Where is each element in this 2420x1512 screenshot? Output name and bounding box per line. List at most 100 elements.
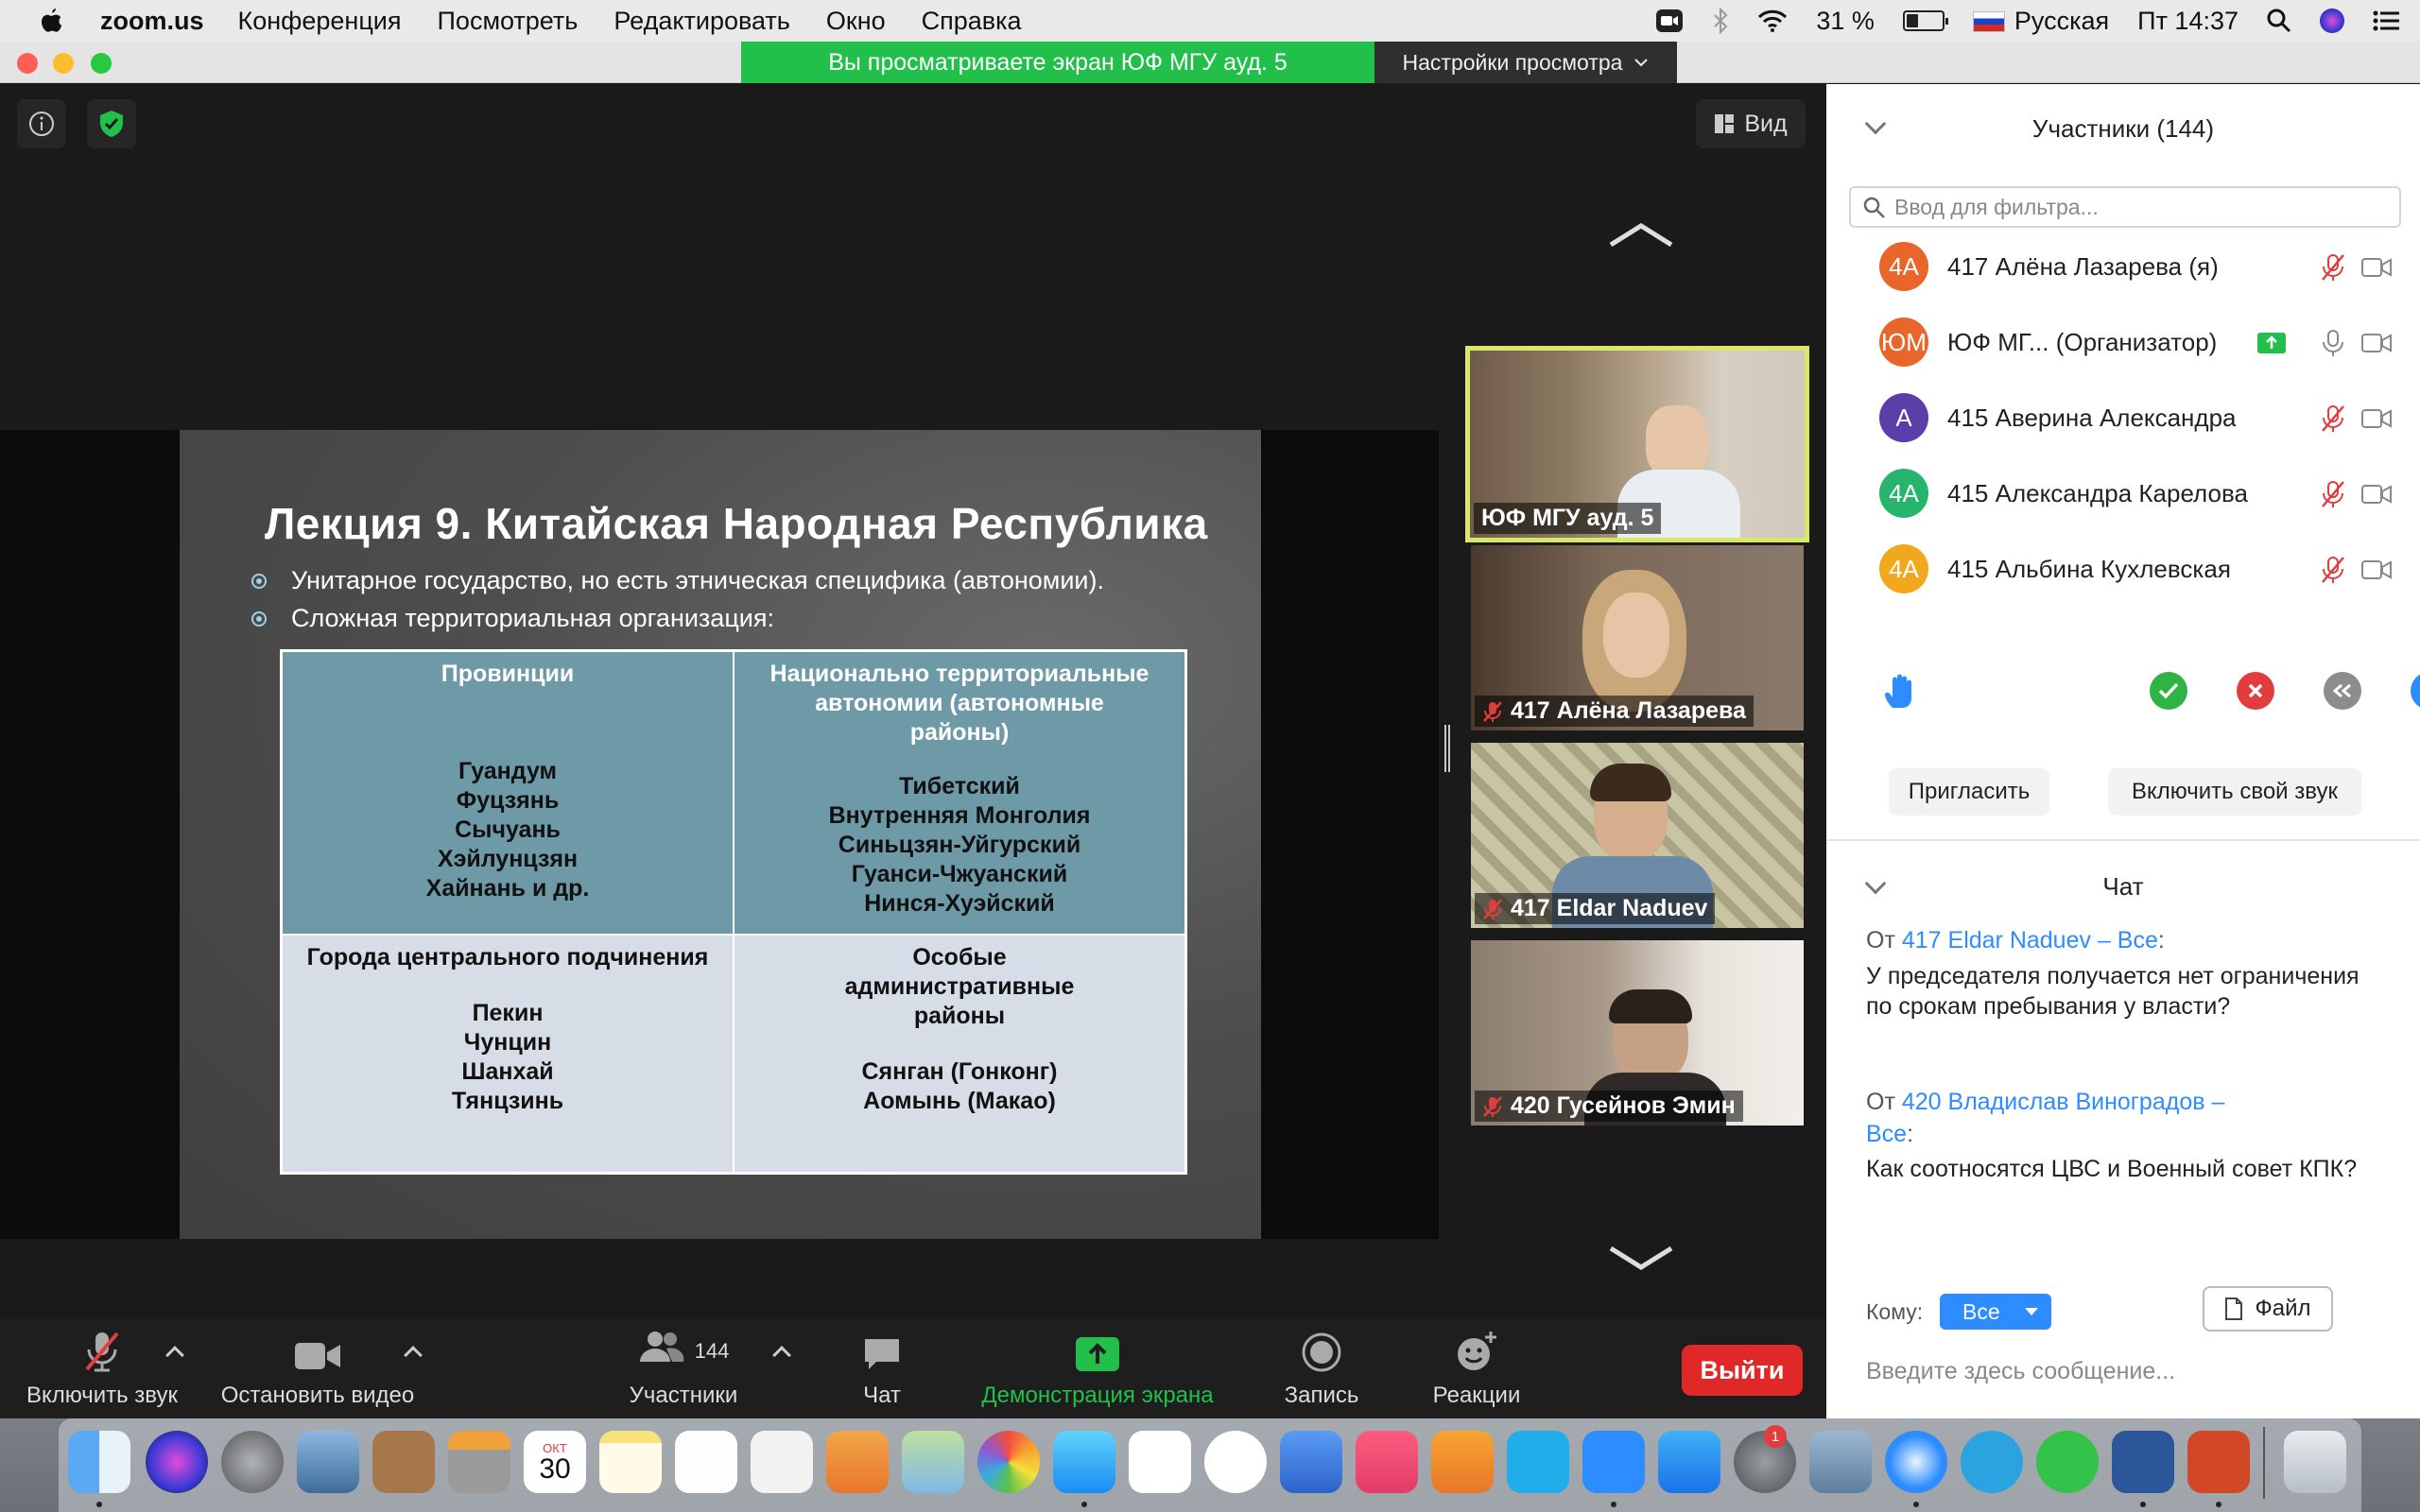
video-camera-icon[interactable]	[2361, 257, 2392, 278]
mic-icon[interactable]	[2320, 329, 2346, 357]
launchpad-icon[interactable]	[221, 1431, 284, 1493]
trash-icon[interactable]	[2284, 1431, 2346, 1493]
apple-icon[interactable]	[42, 9, 62, 33]
encryption-button[interactable]	[87, 99, 136, 148]
invite-button[interactable]: Пригласить	[1889, 768, 2049, 816]
calculator-icon[interactable]	[448, 1431, 510, 1493]
reactions-button[interactable]: Реакции	[1418, 1318, 1535, 1418]
share-screen-button[interactable]: Демонстрация экрана	[960, 1318, 1235, 1418]
maps-icon[interactable]	[902, 1431, 964, 1493]
telegram-icon[interactable]	[1961, 1431, 2023, 1493]
skype-icon[interactable]	[1507, 1431, 1569, 1493]
contacts-icon[interactable]	[372, 1431, 435, 1493]
meeting-info-button[interactable]	[17, 99, 66, 148]
menu-view[interactable]: Посмотреть	[438, 7, 579, 36]
participant-row[interactable]: 4А 415 Альбина Кухлевская	[1826, 531, 2420, 607]
preview-icon[interactable]	[1809, 1431, 1872, 1493]
splitter-handle[interactable]	[1444, 725, 1450, 772]
numbers-icon[interactable]	[1129, 1431, 1191, 1493]
notification-center-icon[interactable]	[2373, 10, 2399, 31]
scroll-down-chevron-icon[interactable]	[1607, 1245, 1675, 1273]
menu-window[interactable]: Окно	[826, 7, 886, 36]
mic-muted-icon[interactable]	[2320, 404, 2346, 433]
video-camera-icon[interactable]	[2361, 484, 2392, 505]
chat-sender-link[interactable]: 417 Eldar Naduev – Все	[1902, 927, 2158, 954]
participant-row[interactable]: А 415 Аверина Александра	[1826, 380, 2420, 455]
zoom-app-icon[interactable]	[1582, 1431, 1645, 1493]
scroll-up-chevron-icon[interactable]	[1607, 220, 1675, 249]
zoom-status-icon[interactable]	[1655, 9, 1684, 33]
go-faster-button[interactable]	[2411, 672, 2420, 710]
participants-options-caret-icon[interactable]	[772, 1346, 791, 1365]
yes-button[interactable]	[2150, 672, 2187, 710]
pages-icon[interactable]	[826, 1431, 889, 1493]
minimize-window-button[interactable]	[53, 53, 74, 74]
reminders-icon[interactable]	[675, 1431, 737, 1493]
calendar-icon[interactable]: ОКТ 30	[524, 1431, 586, 1493]
unmute-button[interactable]: Включить звук	[8, 1318, 197, 1418]
maximize-window-button[interactable]	[91, 53, 112, 74]
menu-edit[interactable]: Редактировать	[614, 7, 790, 36]
no-button[interactable]	[2237, 672, 2274, 710]
view-layout-button[interactable]: Вид	[1696, 99, 1806, 148]
autonomies-header: Национально территориальные автономии (а…	[769, 661, 1150, 746]
participants-filter-input[interactable]: Ввод для фильтра...	[1849, 186, 2401, 228]
video-camera-icon[interactable]	[2361, 408, 2392, 429]
record-button[interactable]: Запись	[1263, 1318, 1380, 1418]
clock[interactable]: Пт 14:37	[2137, 7, 2238, 36]
send-file-button[interactable]: Файл	[2203, 1286, 2333, 1332]
siri-icon[interactable]	[2320, 9, 2344, 33]
yandex-browser-icon[interactable]	[1204, 1431, 1267, 1493]
wifi-icon[interactable]	[1757, 9, 1788, 32]
input-source[interactable]: Русская	[1972, 7, 2109, 36]
whatsapp-icon[interactable]	[2036, 1431, 2099, 1493]
chat-message-input[interactable]: Введите здесь сообщение...	[1866, 1349, 2395, 1394]
textedit-icon[interactable]	[751, 1431, 813, 1493]
app-store-icon[interactable]	[1658, 1431, 1720, 1493]
notes-icon[interactable]	[599, 1431, 662, 1493]
books-icon[interactable]	[1431, 1431, 1494, 1493]
video-tile[interactable]: 417 Eldar Naduev	[1471, 743, 1804, 928]
powerpoint-icon[interactable]	[2187, 1431, 2250, 1493]
photos-icon[interactable]	[977, 1431, 1040, 1493]
stop-video-button[interactable]: Остановить видео	[210, 1318, 425, 1418]
mic-muted-icon[interactable]	[2320, 253, 2346, 282]
music-icon[interactable]	[1356, 1431, 1418, 1493]
word-icon[interactable]	[2112, 1431, 2174, 1493]
menu-help[interactable]: Справка	[922, 7, 1022, 36]
mail-stamp-icon[interactable]	[297, 1431, 359, 1493]
safari-icon[interactable]	[1885, 1431, 1947, 1493]
provinces-cell: Провинции Гуандум Фуцзянь Сычуань Хэйлун…	[282, 651, 734, 935]
participant-row[interactable]: ЮМ ЮФ МГ... (Организатор)	[1826, 304, 2420, 380]
mic-muted-icon[interactable]	[2320, 556, 2346, 584]
participant-row[interactable]: 4А 415 Александра Карелова	[1826, 455, 2420, 531]
mic-muted-icon[interactable]	[2320, 480, 2346, 508]
chat-recipient-select[interactable]: Все	[1940, 1294, 2051, 1330]
reactions-label: Реакции	[1432, 1383, 1521, 1408]
battery-icon[interactable]	[1902, 10, 1948, 31]
unmute-self-button[interactable]: Включить свой звук	[2108, 768, 2361, 816]
video-camera-icon[interactable]	[2361, 559, 2392, 580]
keynote-icon[interactable]	[1280, 1431, 1342, 1493]
video-tile[interactable]: 417 Алёна Лазарева	[1471, 545, 1804, 730]
video-tile-host[interactable]: ЮФ МГУ ауд. 5	[1465, 346, 1809, 542]
participants-button[interactable]: 144 Участники	[614, 1318, 752, 1418]
app-menu-zoom[interactable]: zoom.us	[100, 7, 204, 36]
siri-dock-icon[interactable]	[146, 1431, 208, 1493]
leave-meeting-button[interactable]: Выйти	[1682, 1345, 1803, 1396]
video-tile[interactable]: 420 Гусейнов Эмин	[1471, 940, 1804, 1125]
view-options-button[interactable]: Настройки просмотра	[1374, 42, 1677, 83]
video-camera-icon[interactable]	[2361, 333, 2392, 353]
go-slower-button[interactable]	[2324, 672, 2361, 710]
menu-conference[interactable]: Конференция	[238, 7, 402, 36]
finder-icon[interactable]	[68, 1431, 130, 1493]
chat-button[interactable]: Чат	[832, 1318, 932, 1418]
spotlight-search-icon[interactable]	[2267, 9, 2291, 33]
close-window-button[interactable]	[17, 53, 38, 74]
raise-hand-button[interactable]	[1881, 672, 1919, 710]
participant-row[interactable]: 4А 417 Алёна Лазарева (я)	[1826, 229, 2420, 304]
chat-sender-link[interactable]: 420 Владислав Виноградов – Все	[1866, 1089, 2224, 1147]
messages-icon[interactable]	[1053, 1431, 1115, 1493]
check-icon	[2158, 682, 2179, 699]
bluetooth-icon[interactable]	[1712, 8, 1729, 34]
